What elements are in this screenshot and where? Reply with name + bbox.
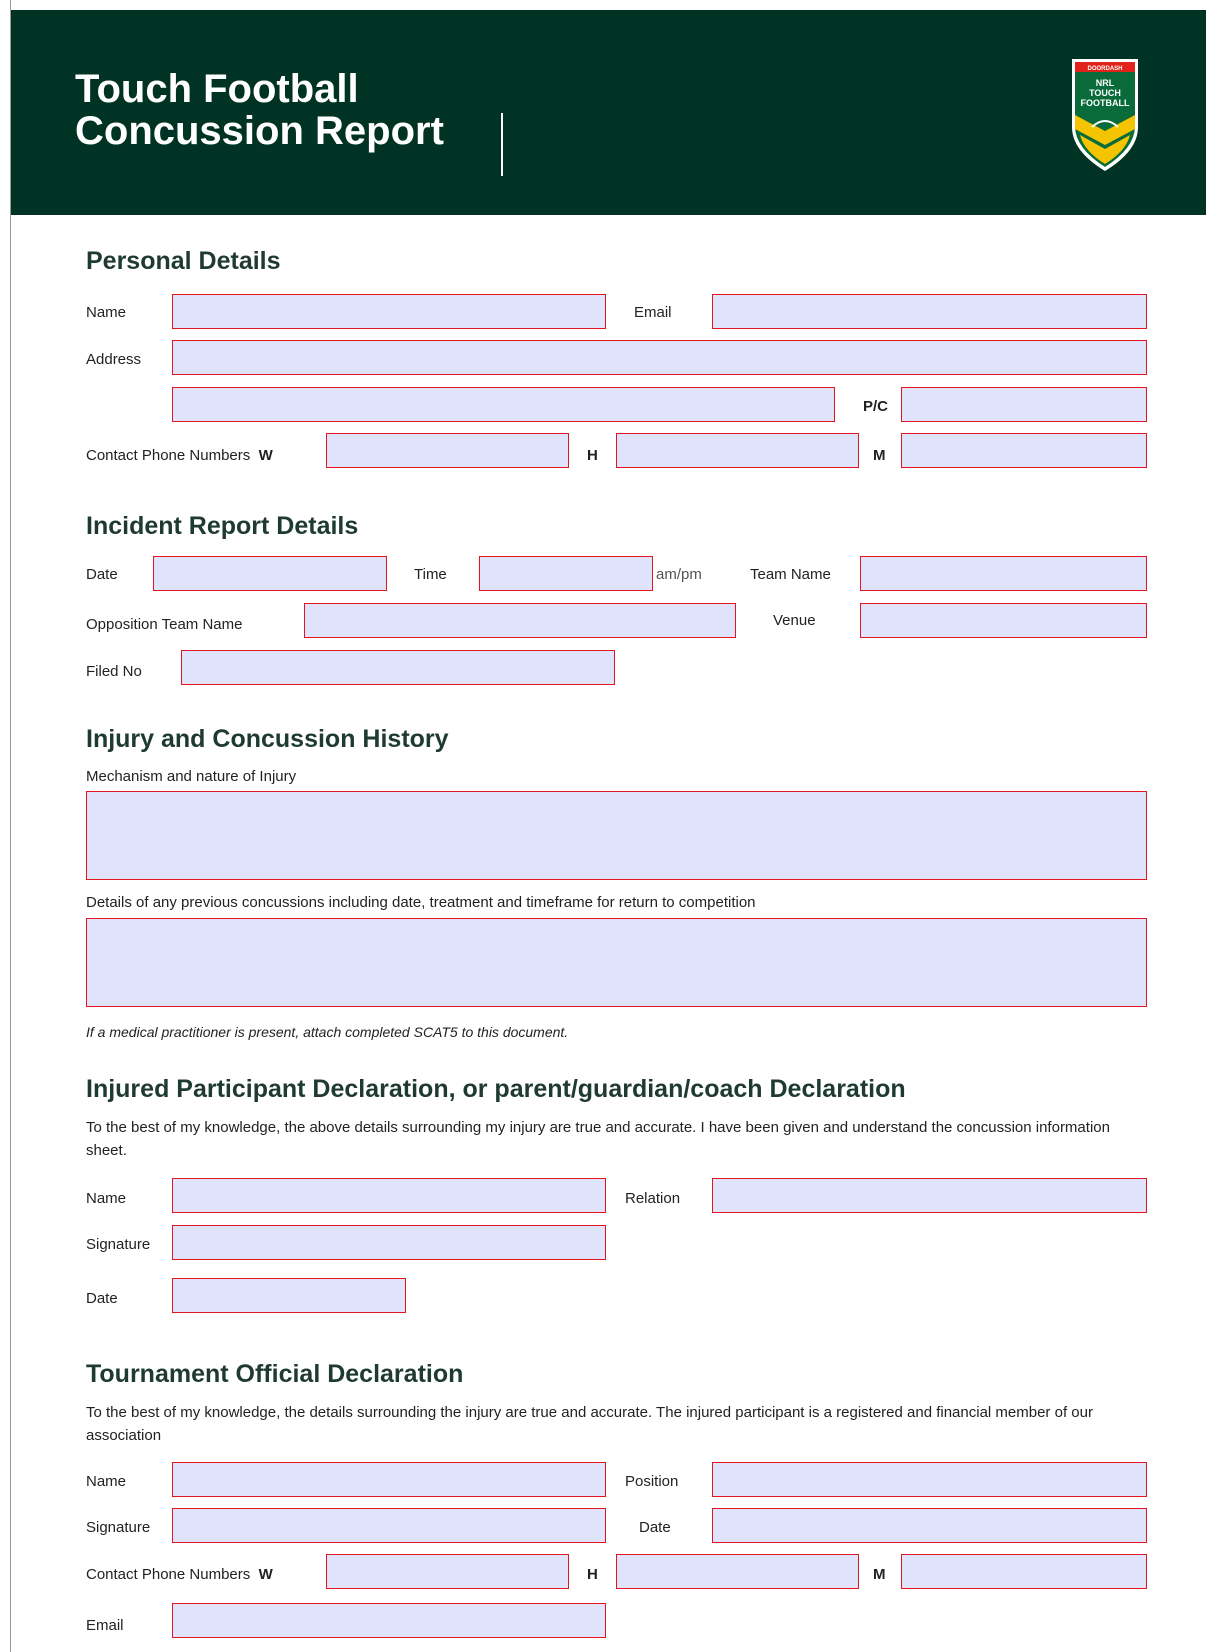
email-field[interactable] — [712, 294, 1147, 329]
logo-text-line-2: TOUCH — [1089, 88, 1121, 98]
official-signature-field[interactable] — [172, 1508, 606, 1543]
incident-time-field[interactable] — [479, 556, 653, 591]
section-official-declaration: Tournament Official Declaration — [86, 1360, 464, 1388]
phone-m-label: M — [873, 447, 886, 464]
am-pm-label: am/pm — [656, 566, 702, 583]
address-line-1-field[interactable] — [172, 340, 1147, 375]
official-phone-h-label: H — [587, 1566, 598, 1583]
title-line-1: Touch Football — [75, 67, 359, 111]
position-field[interactable] — [712, 1462, 1147, 1497]
official-phone-w-field[interactable] — [326, 1554, 569, 1589]
official-name-label: Name — [86, 1473, 127, 1490]
official-phone-w-label: W — [258, 1566, 273, 1583]
opposition-team-label: Opposition Team Name — [86, 616, 243, 633]
official-date-field[interactable] — [712, 1508, 1147, 1543]
name-field[interactable] — [172, 294, 606, 329]
participant-name-field[interactable] — [172, 1178, 606, 1213]
filed-no-field[interactable] — [181, 650, 615, 685]
postcode-field[interactable] — [901, 387, 1147, 422]
contact-phone-label-text: Contact Phone Numbers — [86, 447, 251, 464]
participant-name-label: Name — [86, 1190, 127, 1207]
team-name-field[interactable] — [860, 556, 1147, 591]
official-statement: To the best of my knowledge, the details… — [86, 1404, 1093, 1444]
official-signature-label: Signature — [86, 1519, 151, 1536]
position-label: Position — [625, 1473, 679, 1490]
participant-date-field[interactable] — [172, 1278, 406, 1313]
text-cursor — [501, 113, 503, 176]
mechanism-label: Mechanism and nature of Injury — [86, 768, 297, 785]
participant-signature-field[interactable] — [172, 1225, 606, 1260]
logo-text-line-3: FOOTBALL — [1081, 98, 1130, 108]
venue-field[interactable] — [860, 603, 1147, 638]
phone-w-field[interactable] — [326, 433, 569, 468]
venue-label: Venue — [773, 612, 816, 629]
incident-time-label: Time — [414, 566, 447, 583]
official-name-field[interactable] — [172, 1462, 606, 1497]
opposition-team-field[interactable] — [304, 603, 736, 638]
official-contact-phone-label-text: Contact Phone Numbers — [86, 1566, 251, 1583]
phone-h-label: H — [587, 447, 598, 464]
official-phone-m-label: M — [873, 1566, 886, 1583]
address-line-2-field[interactable] — [172, 387, 835, 422]
page-title: Touch Football Concussion Report — [75, 68, 444, 152]
logo-text-line-1: NRL — [1096, 78, 1115, 88]
address-label: Address — [86, 351, 142, 368]
official-contact-phone-label: Contact Phone Numbers W — [86, 1566, 273, 1583]
incident-date-field[interactable] — [153, 556, 387, 591]
section-incident-report-details: Incident Report Details — [86, 512, 359, 540]
section-personal-details: Personal Details — [86, 247, 281, 275]
email-label: Email — [634, 304, 672, 321]
relation-field[interactable] — [712, 1178, 1147, 1213]
official-date-label: Date — [639, 1519, 671, 1536]
scat5-note: If a medical practitioner is present, at… — [86, 1024, 569, 1040]
logo-sponsor-text: DOORDASH — [1087, 66, 1122, 72]
nrl-touch-football-shield-logo-icon: DOORDASH NRL TOUCH FOOTBALL — [1072, 59, 1138, 171]
name-label: Name — [86, 304, 127, 321]
phone-h-field[interactable] — [616, 433, 859, 468]
participant-statement: To the best of my knowledge, the above d… — [86, 1119, 1110, 1159]
section-participant-declaration: Injured Participant Declaration, or pare… — [86, 1075, 906, 1103]
phone-m-field[interactable] — [901, 433, 1147, 468]
mechanism-textarea[interactable] — [86, 791, 1147, 880]
relation-label: Relation — [625, 1190, 681, 1207]
previous-concussions-textarea[interactable] — [86, 918, 1147, 1007]
participant-date-label: Date — [86, 1290, 118, 1307]
page-edge — [10, 0, 11, 1652]
official-phone-m-field[interactable] — [901, 1554, 1147, 1589]
team-name-label: Team Name — [750, 566, 831, 583]
official-email-label: Email — [86, 1617, 124, 1634]
section-injury-history: Injury and Concussion History — [86, 725, 449, 753]
filed-no-label: Filed No — [86, 663, 142, 680]
participant-signature-label: Signature — [86, 1236, 151, 1253]
official-phone-h-field[interactable] — [616, 1554, 859, 1589]
postcode-label: P/C — [863, 398, 889, 415]
incident-date-label: Date — [86, 566, 118, 583]
title-line-2: Concussion Report — [75, 109, 444, 153]
phone-w-label: W — [258, 447, 273, 464]
contact-phone-label: Contact Phone Numbers W — [86, 447, 273, 464]
official-email-field[interactable] — [172, 1603, 606, 1638]
previous-concussions-label: Details of any previous concussions incl… — [86, 894, 756, 911]
